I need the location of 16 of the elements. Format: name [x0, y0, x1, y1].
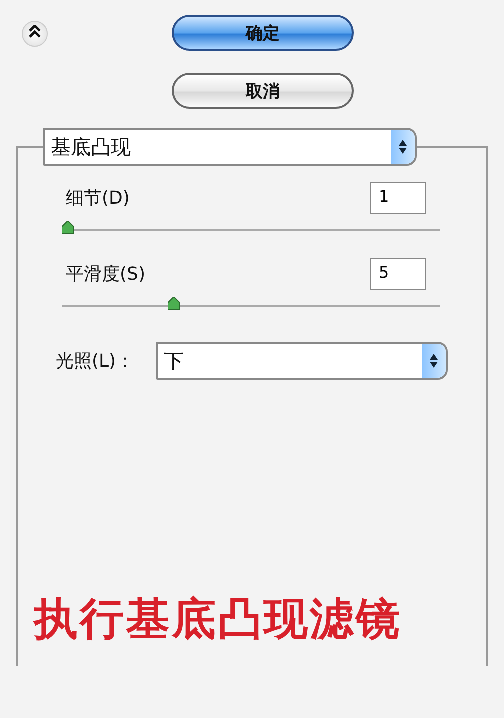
slider-label: 细节(D)	[66, 187, 130, 210]
slider-label: 平滑度(S)	[66, 263, 146, 286]
slider-thumb[interactable]	[168, 297, 180, 311]
collapse-button[interactable]	[22, 21, 48, 47]
ok-button[interactable]: 确定	[172, 15, 354, 51]
stepper-icon	[422, 344, 446, 378]
caption: 执行基底凸现滤镜	[34, 593, 402, 647]
double-chevron-icon	[29, 25, 41, 39]
slider-thumb[interactable]	[62, 221, 74, 235]
lighting-dropdown[interactable]: 下	[156, 342, 448, 380]
value-field[interactable]: 5	[370, 258, 426, 290]
cancel-button[interactable]: 取消	[172, 73, 354, 109]
stepper-icon	[391, 130, 415, 164]
value-field[interactable]: 1	[370, 182, 426, 214]
lighting-label: 光照(L)：	[56, 350, 136, 373]
filter-dropdown[interactable]: 基底凸现	[43, 128, 417, 166]
